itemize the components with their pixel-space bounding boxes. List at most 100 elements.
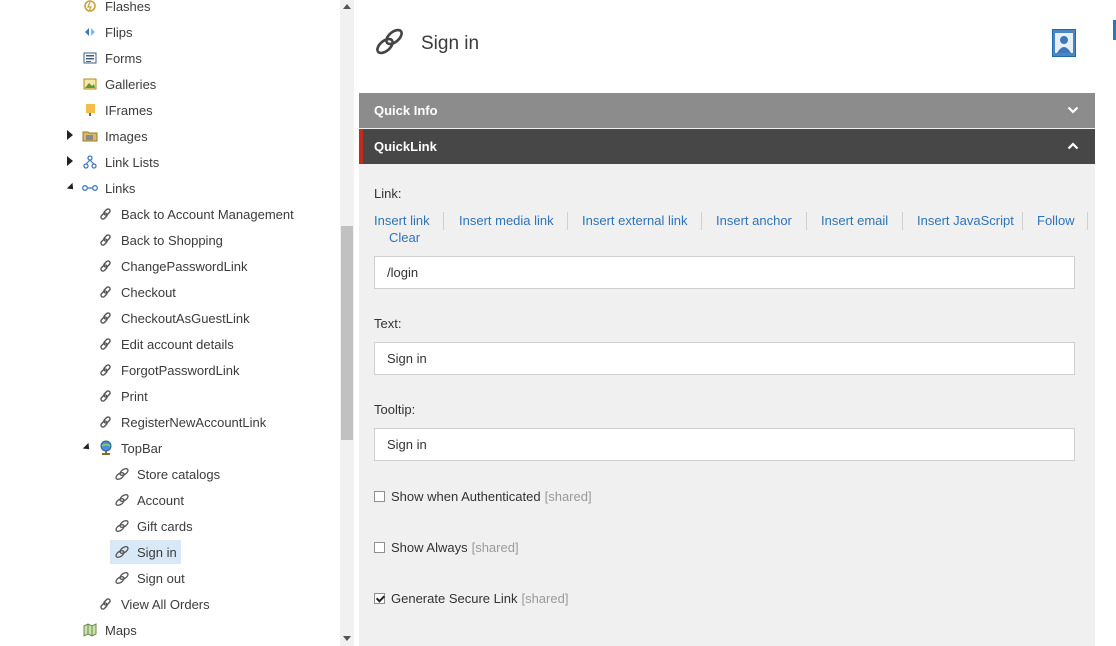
checkbox-label: Generate Secure Link	[391, 590, 518, 606]
tooltip-field[interactable]: Sign in	[374, 428, 1075, 461]
expand-link-lists-toggle[interactable]	[65, 156, 75, 166]
collapse-links-toggle[interactable]	[65, 182, 77, 192]
quicklink-icon	[114, 570, 130, 586]
tree-item-iframes[interactable]: IFrames	[82, 98, 155, 122]
iframe-icon	[82, 102, 98, 118]
checkbox-box[interactable]	[374, 592, 385, 604]
expand-images-toggle[interactable]	[65, 130, 75, 140]
collapse-topbar-toggle[interactable]	[81, 442, 93, 452]
insert-external-link-button[interactable]: Insert external link	[582, 213, 688, 228]
tree-item-forms[interactable]: Forms	[82, 46, 144, 70]
tree-item-sign-in[interactable]: Sign in	[110, 540, 181, 564]
tree-item-view-all-orders[interactable]: View All Orders	[98, 592, 212, 616]
follow-link-button[interactable]: Follow	[1037, 213, 1075, 228]
tree-item-label: Checkout	[121, 284, 176, 300]
tree-item-label: Link Lists	[105, 154, 160, 170]
quicklink-icon	[373, 26, 407, 63]
tree-item-images[interactable]: Images	[82, 124, 150, 148]
form-icon	[82, 50, 98, 66]
section-quicklink[interactable]: QuickLink	[359, 129, 1095, 164]
quicklink-icon	[114, 518, 130, 534]
tree-item-label: Print	[121, 388, 148, 404]
generate-secure-link-checkbox[interactable]: Generate Secure Link [shared]	[374, 590, 568, 606]
quicklink-icon	[114, 544, 130, 560]
checkbox-box[interactable]	[374, 490, 385, 502]
scroll-down-arrow-icon[interactable]	[343, 636, 351, 641]
show-always-checkbox[interactable]: Show Always [shared]	[374, 539, 519, 555]
checkbox-box[interactable]	[374, 541, 385, 553]
link-icon	[98, 414, 114, 430]
section-title: QuickLink	[374, 139, 437, 154]
insert-link-button[interactable]: Insert link	[374, 213, 430, 228]
divider	[902, 212, 903, 230]
globe-icon	[98, 440, 114, 456]
scrollbar-thumb[interactable]	[341, 226, 353, 440]
tree-item-label: Images	[105, 128, 148, 144]
link-field[interactable]: /login	[374, 256, 1075, 289]
tree-item-back-to-account-management[interactable]: Back to Account Management	[98, 202, 296, 226]
tree-item-label: Galleries	[105, 76, 157, 92]
tree-item-label: Account	[137, 492, 184, 508]
tree-item-flashes[interactable]: Flashes	[82, 0, 153, 18]
tree-item-galleries[interactable]: Galleries	[82, 72, 158, 96]
tooltip-field-label: Tooltip:	[374, 402, 416, 417]
tree-item-sign-out[interactable]: Sign out	[114, 566, 187, 590]
tree-item-checkout[interactable]: Checkout	[98, 280, 178, 304]
text-field[interactable]: Sign in	[374, 342, 1075, 375]
insert-media-link-button[interactable]: Insert media link	[459, 213, 554, 228]
avatar[interactable]	[1052, 29, 1076, 57]
link-icon	[98, 388, 114, 404]
tree-item-change-password-link[interactable]: ChangePasswordLink	[98, 254, 249, 278]
tree-item-checkout-as-guest-link[interactable]: CheckoutAsGuestLink	[98, 306, 252, 330]
shared-tag: [shared]	[521, 590, 569, 606]
insert-anchor-button[interactable]: Insert anchor	[716, 213, 792, 228]
link-icon	[98, 232, 114, 248]
tree-item-label: Sign out	[137, 570, 185, 586]
tree-item-store-catalogs[interactable]: Store catalogs	[114, 462, 222, 486]
tree-item-label: Sign in	[137, 544, 177, 560]
link-field-label: Link:	[374, 186, 402, 201]
tree-item-link-lists[interactable]: Link Lists	[82, 150, 161, 174]
tree-item-edit-account-details[interactable]: Edit account details	[98, 332, 236, 356]
link-icon	[98, 362, 114, 378]
insert-javascript-button[interactable]: Insert JavaScript	[917, 213, 1014, 228]
tree-item-label: ForgotPasswordLink	[121, 362, 240, 378]
chevron-down-icon	[1067, 106, 1079, 114]
tree-item-label: Links	[105, 180, 136, 196]
tree-item-gift-cards[interactable]: Gift cards	[114, 514, 195, 538]
clear-link-button[interactable]: Clear	[389, 230, 420, 245]
tree-item-print[interactable]: Print	[98, 384, 150, 408]
tree-item-label: Maps	[105, 622, 137, 638]
link-icon	[98, 336, 114, 352]
tree-item-label: Gift cards	[137, 518, 193, 534]
tree-scrollbar[interactable]	[340, 0, 354, 646]
tree-item-label: View All Orders	[121, 596, 210, 612]
tree-item-label: ChangePasswordLink	[121, 258, 248, 274]
tree-item-register-new-account-link[interactable]: RegisterNewAccountLink	[98, 410, 268, 434]
quicklink-icon	[114, 466, 130, 482]
item-editor: Sign in Quick Info QuickLink Link: Inser…	[359, 0, 1095, 646]
tree-item-links[interactable]: Links	[82, 176, 137, 200]
divider	[1022, 212, 1023, 230]
quicklink-icon	[114, 492, 130, 508]
images-folder-icon	[82, 128, 98, 144]
link-icon	[98, 596, 114, 612]
links-icon	[82, 180, 98, 196]
tree-item-forgot-password-link[interactable]: ForgotPasswordLink	[98, 358, 242, 382]
tree-item-label: Store catalogs	[137, 466, 221, 482]
tree-item-label: RegisterNewAccountLink	[121, 414, 267, 430]
show-when-authenticated-checkbox[interactable]: Show when Authenticated [shared]	[374, 488, 592, 504]
tree-item-flips[interactable]: Flips	[82, 20, 134, 44]
tree-item-account[interactable]: Account	[114, 488, 186, 512]
divider	[701, 212, 702, 230]
tree-item-label: Flips	[105, 24, 133, 40]
tree-item-maps[interactable]: Maps	[82, 618, 139, 642]
tree-item-back-to-shopping[interactable]: Back to Shopping	[98, 228, 225, 252]
link-icon	[98, 258, 114, 274]
insert-email-button[interactable]: Insert email	[821, 213, 888, 228]
scroll-up-arrow-icon[interactable]	[343, 4, 351, 9]
checkbox-label: Show when Authenticated	[391, 488, 541, 504]
tree-item-topbar[interactable]: TopBar	[98, 436, 164, 460]
section-quick-info[interactable]: Quick Info	[359, 93, 1095, 128]
link-icon	[98, 310, 114, 326]
